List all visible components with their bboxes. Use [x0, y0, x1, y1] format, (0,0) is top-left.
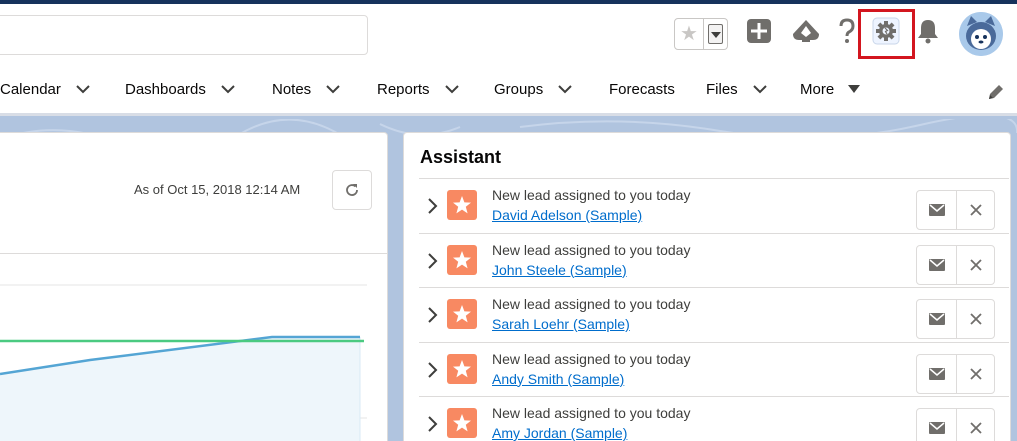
email-icon [928, 313, 945, 325]
row-actions [916, 299, 995, 339]
assistant-list: New lead assigned to you today David Ade… [419, 178, 1009, 441]
chevron-down-icon[interactable] [220, 81, 236, 97]
lead-name-link[interactable]: John Steele (Sample) [492, 262, 627, 278]
nav-more-button[interactable]: More [800, 62, 861, 116]
list-item: New lead assigned to you today Amy Jorda… [419, 396, 1009, 441]
assistant-title: Assistant [420, 147, 502, 167]
global-actions-add-button[interactable] [742, 14, 776, 48]
setup-highlight-box [858, 9, 915, 59]
lead-icon [447, 353, 477, 384]
chevron-right-icon[interactable] [426, 197, 440, 215]
chevron-right-icon[interactable] [426, 252, 440, 270]
list-item: New lead assigned to you today John Stee… [419, 232, 1009, 288]
send-email-button[interactable] [917, 191, 956, 229]
nav-item-label: Calendar [0, 80, 61, 98]
lead-name-link[interactable]: Amy Jordan (Sample) [492, 425, 627, 441]
email-icon [928, 258, 945, 271]
lead-icon [447, 190, 477, 220]
email-icon [928, 422, 945, 434]
favorites-button-group: ★ [674, 18, 728, 50]
nav-item-label: Forecasts [609, 80, 675, 98]
chevron-down-icon [708, 24, 723, 44]
help-icon [839, 18, 855, 43]
lead-icon [447, 244, 477, 275]
lead-name-link[interactable]: David Adelson (Sample) [492, 207, 642, 223]
email-icon [928, 204, 945, 216]
nav-item-label: Groups [494, 80, 544, 98]
row-actions [916, 244, 995, 285]
close-icon [970, 258, 982, 271]
close-icon [970, 204, 982, 216]
row-actions [916, 190, 995, 230]
dismiss-button[interactable] [957, 300, 995, 338]
row-actions [916, 408, 995, 441]
astro-avatar-icon [959, 12, 1003, 56]
caret-down-icon [848, 85, 861, 93]
lead-icon [447, 299, 477, 329]
chevron-down-icon[interactable] [75, 81, 91, 97]
trailhead-button[interactable] [789, 14, 823, 48]
chevron-down-icon[interactable] [557, 81, 573, 97]
nav-item-reports[interactable]: Reports [377, 62, 460, 116]
edit-pencil-icon[interactable] [986, 82, 1006, 102]
as-of-timestamp: As of Oct 15, 2018 12:14 AM [134, 182, 301, 197]
nav-item-notes[interactable]: Notes [272, 62, 341, 116]
close-icon [970, 422, 982, 434]
nav-item-label: Files [706, 80, 738, 98]
app-navigation-bar: Calendar Dashboards Notes Reports Groups… [0, 62, 1017, 116]
favorites-star-icon[interactable]: ★ [674, 18, 704, 50]
refresh-icon [346, 184, 358, 196]
nav-item-label: Dashboards [125, 80, 206, 98]
chevron-right-icon[interactable] [426, 415, 440, 433]
assistant-message: New lead assigned to you today [492, 187, 691, 203]
add-icon [747, 19, 771, 43]
chevron-down-icon[interactable] [752, 81, 768, 97]
nav-more-label: More [800, 80, 835, 98]
send-email-button[interactable] [917, 409, 956, 441]
dismiss-button[interactable] [957, 191, 995, 229]
nav-item-groups[interactable]: Groups [494, 62, 573, 116]
close-icon [970, 367, 982, 380]
nav-item-forecasts[interactable]: Forecasts [609, 62, 675, 116]
nav-item-label: Notes [272, 80, 312, 98]
chevron-down-icon[interactable] [444, 81, 460, 97]
list-item: New lead assigned to you today Andy Smit… [419, 341, 1009, 397]
chevron-right-icon[interactable] [426, 361, 440, 379]
nav-item-dashboards[interactable]: Dashboards [125, 62, 236, 116]
close-icon [970, 313, 982, 325]
notifications-button[interactable] [911, 14, 945, 48]
assistant-message: New lead assigned to you today [492, 405, 691, 421]
performance-chart [0, 284, 367, 441]
dismiss-button[interactable] [957, 246, 995, 284]
lead-name-link[interactable]: Sarah Loehr (Sample) [492, 316, 630, 332]
email-icon [928, 367, 945, 380]
nav-item-label: Reports [377, 80, 430, 98]
nav-item-calendar[interactable]: Calendar [0, 62, 91, 116]
send-email-button[interactable] [917, 246, 956, 284]
dismiss-button[interactable] [957, 409, 995, 441]
trailhead-icon [793, 20, 819, 42]
send-email-button[interactable] [917, 355, 956, 393]
list-item: New lead assigned to you today Sarah Loe… [419, 287, 1009, 342]
assistant-message: New lead assigned to you today [492, 296, 691, 312]
assistant-message: New lead assigned to you today [492, 350, 691, 367]
lead-name-link[interactable]: Andy Smith (Sample) [492, 371, 624, 387]
nav-item-files[interactable]: Files [706, 62, 768, 116]
row-actions [916, 353, 995, 394]
notification-bell-icon [918, 20, 938, 44]
chevron-right-icon[interactable] [426, 306, 440, 324]
send-email-button[interactable] [917, 300, 956, 338]
list-item: New lead assigned to you today David Ade… [419, 178, 1009, 233]
lead-icon [447, 408, 477, 438]
assistant-message: New lead assigned to you today [492, 241, 691, 258]
favorites-dropdown-button[interactable] [704, 18, 728, 50]
dismiss-button[interactable] [957, 355, 995, 393]
global-search-input[interactable] [0, 15, 368, 55]
chevron-down-icon[interactable] [325, 81, 341, 97]
refresh-button[interactable] [332, 170, 372, 210]
user-avatar[interactable] [959, 12, 1003, 56]
